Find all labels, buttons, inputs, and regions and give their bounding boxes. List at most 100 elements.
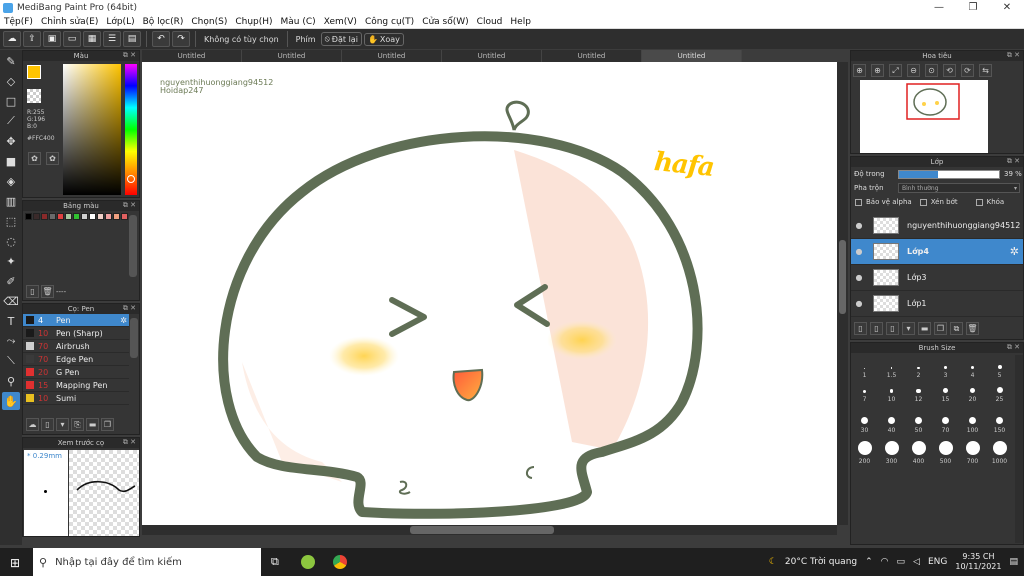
comment-icon[interactable]: ▭ bbox=[63, 31, 81, 47]
tab-untitled[interactable]: Untitled bbox=[542, 50, 642, 62]
maximize-icon[interactable]: ❐ bbox=[956, 2, 990, 13]
brush-size-option[interactable]: 700 bbox=[959, 434, 986, 465]
hue-handle[interactable] bbox=[127, 175, 135, 183]
brush-size-option[interactable]: 2 bbox=[905, 355, 932, 379]
eraser-tool-icon[interactable]: ◇ bbox=[2, 72, 20, 90]
rotate-left-icon[interactable]: ⟲ bbox=[943, 64, 956, 77]
brush-size-option[interactable]: 400 bbox=[905, 434, 932, 465]
layer-row[interactable]: ● nguyenthihuonggiang94512 bbox=[851, 213, 1023, 239]
save-icon[interactable]: ▣ bbox=[43, 31, 61, 47]
palette-swatch[interactable] bbox=[65, 213, 72, 220]
notification-icon[interactable]: ▤ bbox=[1009, 557, 1018, 567]
tray-chevron-icon[interactable]: ⌃ bbox=[865, 557, 873, 567]
reset-button[interactable]: ⦸ Đặt lại bbox=[320, 32, 362, 46]
select-eraser-icon[interactable]: ⌫ bbox=[2, 292, 20, 310]
visibility-icon[interactable]: ● bbox=[853, 221, 865, 230]
divide-tool-icon[interactable]: ⟍ bbox=[2, 352, 20, 370]
brush-size-option[interactable]: 200 bbox=[851, 434, 878, 465]
task-view-icon[interactable]: ⧉ bbox=[271, 555, 279, 569]
volume-icon[interactable]: ◁ bbox=[913, 557, 920, 567]
brush-item[interactable]: 20 G Pen bbox=[23, 366, 129, 379]
palette-swatch[interactable] bbox=[113, 213, 120, 220]
brush-size-option[interactable]: 7 bbox=[851, 379, 878, 403]
brush-size-option[interactable]: 100 bbox=[959, 403, 986, 434]
brush-item[interactable]: 70 Edge Pen bbox=[23, 353, 129, 366]
blend-mode-select[interactable]: Bình thường ▾ bbox=[898, 183, 1020, 193]
brush-size-scrollbar[interactable] bbox=[1015, 355, 1023, 543]
visibility-icon[interactable]: ● bbox=[853, 299, 865, 308]
tab-untitled[interactable]: Untitled bbox=[342, 50, 442, 62]
move-tool-icon[interactable]: ✥ bbox=[2, 132, 20, 150]
actual-size-icon[interactable]: ⊙ bbox=[925, 64, 938, 77]
panel-undock-icon[interactable]: ⧉ ✕ bbox=[123, 201, 136, 210]
brush-size-option[interactable]: 70 bbox=[932, 403, 959, 434]
brush-menu-icon[interactable]: ▾ bbox=[56, 418, 69, 431]
layer-row[interactable]: ● Lớp3 bbox=[851, 265, 1023, 291]
brush-size-option[interactable]: 40 bbox=[878, 403, 905, 434]
menu-filter[interactable]: Bộ lọc(R) bbox=[139, 17, 188, 27]
brush-size-option[interactable]: 50 bbox=[905, 403, 932, 434]
menu-snap[interactable]: Chụp(H) bbox=[231, 17, 276, 27]
palette-swatch[interactable] bbox=[97, 213, 104, 220]
close-icon[interactable]: ✕ bbox=[990, 2, 1024, 13]
brush-item[interactable]: 10 Sumi bbox=[23, 392, 129, 405]
menu-cloud[interactable]: Cloud bbox=[473, 17, 507, 27]
rotate-right-icon[interactable]: ⟳ bbox=[961, 64, 974, 77]
brush-settings-icon[interactable]: ✲ bbox=[120, 316, 127, 325]
protect-alpha-checkbox[interactable] bbox=[855, 198, 862, 206]
menu-help[interactable]: Help bbox=[506, 17, 535, 27]
menu-window[interactable]: Cửa sổ(W) bbox=[418, 17, 472, 27]
menu-layer[interactable]: Lớp(L) bbox=[102, 17, 138, 27]
brush-copy-icon[interactable]: ⎘ bbox=[71, 418, 84, 431]
brush-size-option[interactable]: 1000 bbox=[986, 434, 1013, 465]
pen-tool-icon[interactable]: ⟋ bbox=[2, 112, 20, 130]
palette-swatch[interactable] bbox=[121, 213, 128, 220]
operation-tool-icon[interactable]: ⤳ bbox=[2, 332, 20, 350]
panel-undock-icon[interactable]: ⧉ ✕ bbox=[1007, 157, 1020, 166]
share-icon[interactable]: ⇪ bbox=[23, 31, 41, 47]
brush-item[interactable]: 70 Airbrush bbox=[23, 340, 129, 353]
brush-size-option[interactable]: 10 bbox=[878, 379, 905, 403]
brush-cloud-icon[interactable]: ☁ bbox=[26, 418, 39, 431]
palette-swatch[interactable] bbox=[49, 213, 56, 220]
list-icon[interactable]: ☰ bbox=[103, 31, 121, 47]
panel-undock-icon[interactable]: ⧉ ✕ bbox=[123, 304, 136, 313]
brush-size-option[interactable]: 1 bbox=[851, 355, 878, 379]
brush-item[interactable]: 10 Pen (Sharp) bbox=[23, 327, 129, 340]
select-tool-icon[interactable]: ⬚ bbox=[2, 212, 20, 230]
hand-tool-icon[interactable]: ✋ bbox=[2, 392, 20, 410]
layer-menu-icon[interactable]: ▾ bbox=[902, 322, 915, 335]
navigator-preview[interactable] bbox=[860, 80, 988, 153]
menu-edit[interactable]: Chỉnh sửa(E) bbox=[37, 17, 102, 27]
wifi-icon[interactable]: ◠ bbox=[881, 557, 889, 567]
delete-palette-icon[interactable]: 🗑 bbox=[41, 285, 54, 298]
tab-untitled[interactable]: Untitled bbox=[242, 50, 342, 62]
transparent-color-swatch[interactable] bbox=[27, 89, 41, 103]
palette-icon[interactable]: ✿ bbox=[28, 152, 41, 165]
canvas-horizontal-scrollbar[interactable] bbox=[142, 525, 837, 535]
visibility-icon[interactable]: ● bbox=[853, 247, 865, 256]
layout-icon[interactable]: ▤ bbox=[123, 31, 141, 47]
brush-tool-icon[interactable]: ✎ bbox=[2, 52, 20, 70]
select-pen-icon[interactable]: ✐ bbox=[2, 272, 20, 290]
chrome-icon[interactable] bbox=[332, 555, 347, 569]
brush-size-option[interactable]: 4 bbox=[959, 355, 986, 379]
magic-wand-icon[interactable]: ✦ bbox=[2, 252, 20, 270]
brush-size-option[interactable]: 300 bbox=[878, 434, 905, 465]
palette-swatch[interactable] bbox=[89, 213, 96, 220]
new-8bit-layer-icon[interactable]: ▯ bbox=[886, 322, 899, 335]
brush-duplicate-icon[interactable]: ❐ bbox=[101, 418, 114, 431]
panel-undock-icon[interactable]: ⧉ ✕ bbox=[123, 438, 136, 447]
brush-size-option[interactable]: 5 bbox=[986, 355, 1013, 379]
zoom-out-icon[interactable]: ⊖ bbox=[907, 64, 920, 77]
menu-file[interactable]: Tệp(F) bbox=[0, 17, 37, 27]
shape-tool-icon[interactable]: □ bbox=[2, 92, 20, 110]
layer-row[interactable]: ● Lớp1 bbox=[851, 291, 1023, 317]
drawing-canvas[interactable]: nguyenthihuonggiang94512 Hoidap247 hafa bbox=[142, 62, 837, 525]
new-halftone-layer-icon[interactable]: ▯ bbox=[870, 322, 883, 335]
canvas-vertical-scrollbar[interactable] bbox=[837, 62, 848, 525]
merge-layer-icon[interactable]: ⧉ bbox=[950, 322, 963, 335]
gradient-tool-icon[interactable]: ▥ bbox=[2, 192, 20, 210]
brush-scrollbar[interactable] bbox=[130, 318, 138, 358]
new-layer-icon[interactable]: ▯ bbox=[854, 322, 867, 335]
